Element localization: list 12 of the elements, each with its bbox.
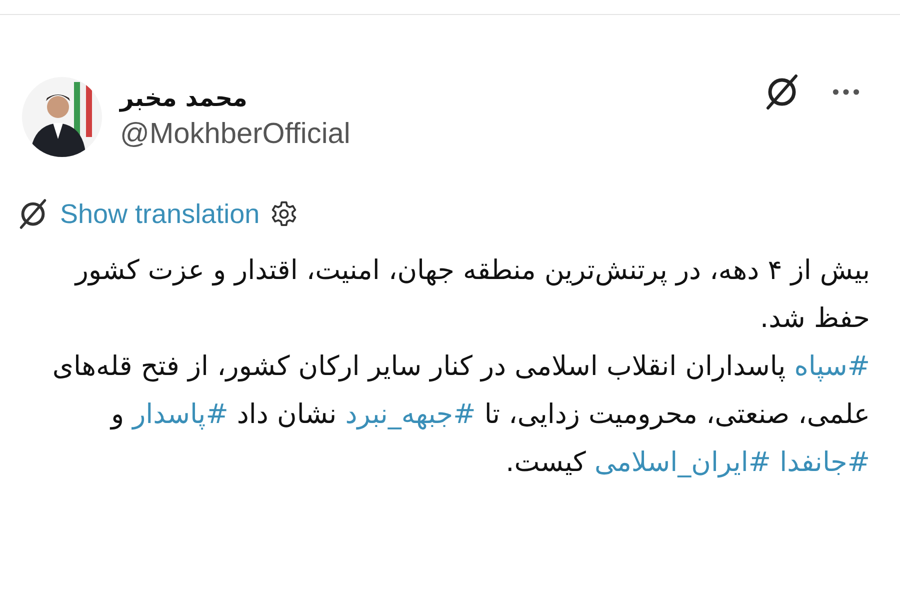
hashtag-link[interactable]: #ایران_اسلامی [594,447,772,478]
author-name[interactable]: محمد مخبر [120,84,350,112]
hashtag-link[interactable]: #پاسدار [132,399,228,430]
settings-icon[interactable] [270,200,298,228]
author-handle[interactable]: @MokhberOfficial [120,118,350,150]
hashtag-link[interactable]: #جانفدا [771,447,870,478]
tweet-text: #سپاه پاسداران انقلاب اسلامی در کنار سایر ارکان کشور، از فتح قله‌های علمی، صنعتی، محرومیت زدایی، تا #جبهه_نبرد نشان داد #پاسدار و #جانفدا #ایران_اسلامی کیست. [51,350,870,480]
show-translation-link[interactable]: Show translation [60,198,260,230]
tweet-text: بیش از ۴ دهه، در پرتنش‌ترین منطقه جهان، امنیت، اقتدار و عزت کشور حفظ شد. [73,254,870,336]
hashtag-link[interactable]: #سپاه [794,351,870,382]
hashtag-link[interactable]: #جبهه_نبرد [345,399,476,430]
more-icon[interactable] [832,88,860,96]
